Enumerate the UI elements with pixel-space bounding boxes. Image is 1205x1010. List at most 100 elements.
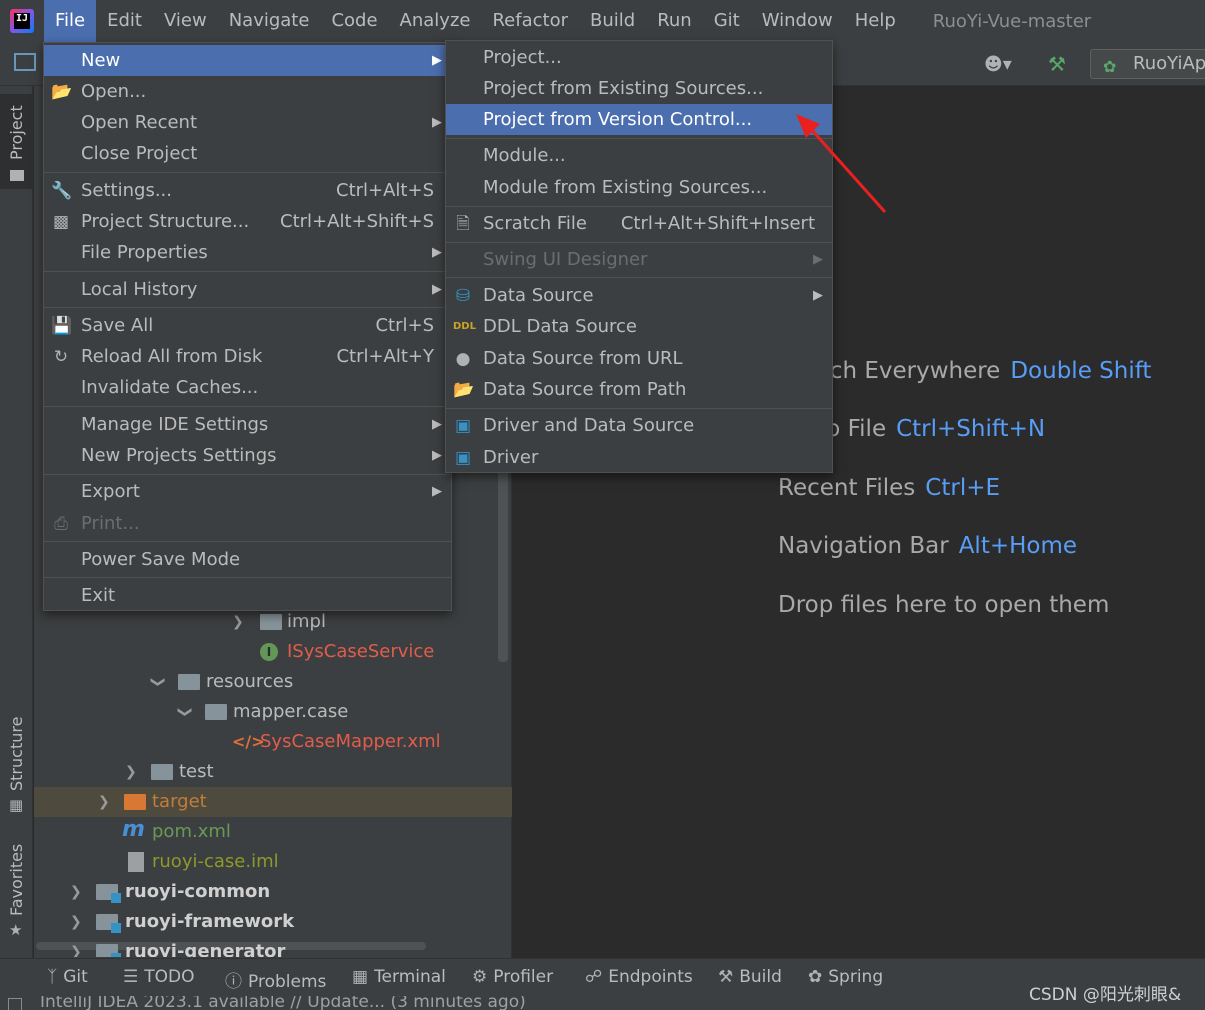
tree-item-label: ruoyi-case.iml [152, 851, 279, 872]
menu-view[interactable]: View [153, 0, 218, 42]
chevron-down-icon: ❯ [176, 706, 193, 718]
tree-row-syscasemapper-xml[interactable]: </> SysCaseMapper.xml [34, 727, 512, 757]
tool-tab-build[interactable]: ⚒ Build [718, 967, 782, 987]
tool-tab-favorites[interactable]: Favorites ★ [0, 841, 33, 951]
menu-item-label: Settings... [81, 180, 172, 201]
menu-item-local-history[interactable]: Local History ▶ [44, 274, 451, 305]
menu-refactor[interactable]: Refactor [481, 0, 579, 42]
menu-item-save-all[interactable]: 💾 Save All Ctrl+S [44, 310, 451, 341]
tree-row-test[interactable]: ❯ test [34, 757, 512, 787]
menu-item-scratch-file[interactable]: 🗎 Scratch File Ctrl+Alt+Shift+Insert [446, 208, 832, 239]
menu-item-label: Exit [81, 585, 116, 606]
tool-tab-endpoints[interactable]: ☍ Endpoints [585, 967, 693, 987]
menu-window[interactable]: Window [751, 0, 844, 42]
menu-item-open-recent[interactable]: Open Recent ▶ [44, 107, 451, 138]
menu-separator [446, 242, 832, 243]
chevron-right-icon: ❯ [70, 914, 82, 930]
tool-tab-git[interactable]: ᛉ Git [47, 967, 88, 987]
endpoints-icon: ☍ [585, 967, 603, 987]
menu-run[interactable]: Run [646, 0, 703, 42]
menu-item-invalidate-caches[interactable]: Invalidate Caches... [44, 372, 451, 403]
menu-item-export[interactable]: Export ▶ [44, 476, 451, 507]
menu-item-label: Export [81, 481, 140, 502]
menu-item-project-from-existing-sources[interactable]: Project from Existing Sources... [446, 73, 832, 104]
tree-row-isyscaseservice[interactable]: I ISysCaseService [34, 637, 512, 667]
menu-item-ddl-data-source[interactable]: DDL DDL Data Source [446, 311, 832, 342]
tool-tab-spring[interactable]: ✿ Spring [808, 967, 883, 987]
menu-item-shortcut: Ctrl+S [375, 315, 434, 336]
menu-item-project-structure[interactable]: ▩ Project Structure... Ctrl+Alt+Shift+S [44, 206, 451, 237]
tab-label: Endpoints [608, 967, 693, 987]
tree-row-target[interactable]: ❯ target [34, 787, 512, 817]
project-window-icon[interactable] [14, 53, 36, 71]
folder-icon [205, 704, 227, 720]
tree-row-ruoyi-generator[interactable]: ❯ ruoyi-generator [34, 937, 512, 957]
project-structure-icon: ▩ [52, 212, 70, 232]
menu-file[interactable]: File [44, 0, 97, 42]
run-configuration-label: RuoYiApplication [1133, 53, 1205, 74]
menu-navigate[interactable]: Navigate [218, 0, 321, 42]
tree-row-impl[interactable]: ❯ impl [34, 607, 512, 637]
tree-row-mapper-case[interactable]: ❯ mapper.case [34, 697, 512, 727]
menu-item-file-properties[interactable]: File Properties ▶ [44, 237, 451, 268]
menu-item-settings[interactable]: 🔧 Settings... Ctrl+Alt+S [44, 175, 451, 206]
menu-item-driver[interactable]: ▣ Driver [446, 442, 832, 473]
tree-item-label: SysCaseMapper.xml [260, 731, 441, 752]
menu-item-power-save-mode[interactable]: Power Save Mode [44, 544, 451, 575]
menu-git[interactable]: Git [703, 0, 751, 42]
build-hammer-icon[interactable]: ⚒ [1048, 52, 1066, 76]
menu-item-new-project[interactable]: Project... [446, 42, 832, 73]
menu-item-data-source-from-url[interactable]: ● Data Source from URL [446, 343, 832, 374]
tool-tab-structure[interactable]: Structure ▦ [0, 716, 33, 816]
tree-row-ruoyi-common[interactable]: ❯ ruoyi-common [34, 877, 512, 907]
menu-item-data-source-from-path[interactable]: 📂 Data Source from Path [446, 374, 832, 405]
menu-item-project-from-version-control[interactable]: Project from Version Control... [446, 104, 832, 135]
tool-tab-terminal[interactable]: ▦ Terminal [352, 967, 446, 987]
menu-item-module[interactable]: Module... [446, 140, 832, 171]
menu-item-exit[interactable]: Exit [44, 580, 451, 611]
menu-item-driver-and-data-source[interactable]: ▣ Driver and Data Source [446, 410, 832, 441]
tree-row-ruoyi-framework[interactable]: ❯ ruoyi-framework [34, 907, 512, 937]
menu-item-label: Scratch File [483, 213, 587, 234]
hint-shortcut: Double Shift [1010, 358, 1152, 384]
spring-leaf-icon: ✿ [808, 967, 823, 987]
tool-tab-problems[interactable]: ⓘ Problems [225, 967, 326, 992]
tab-label: Spring [828, 967, 884, 987]
menu-edit[interactable]: Edit [96, 0, 153, 42]
ddl-icon: DDL [453, 321, 476, 332]
menu-item-data-source[interactable]: ⛁ Data Source ▶ [446, 280, 832, 311]
status-toggle-icon[interactable] [8, 998, 22, 1010]
user-icon[interactable]: ☻▾ [984, 54, 1012, 75]
tool-tab-profiler[interactable]: ⚙ Profiler [472, 967, 553, 987]
menu-analyze[interactable]: Analyze [389, 0, 482, 42]
menu-item-shortcut: Ctrl+Alt+S [336, 180, 434, 201]
menu-item-reload-from-disk[interactable]: ↻ Reload All from Disk Ctrl+Alt+Y [44, 341, 451, 372]
driver-icon: ▣ [454, 448, 472, 468]
tree-row-resources[interactable]: ❯ resources [34, 667, 512, 697]
tree-row-pom-xml[interactable]: m pom.xml [34, 817, 512, 847]
menu-item-label: Open Recent [81, 112, 198, 133]
annotation-arrow [796, 114, 887, 213]
menu-item-shortcut: Ctrl+Alt+Y [336, 346, 434, 367]
menu-item-close-project[interactable]: Close Project [44, 138, 451, 169]
run-configuration-select[interactable]: ✿ RuoYiApplication [1090, 49, 1205, 79]
menu-item-open[interactable]: 📂 Open... [44, 76, 451, 107]
menu-item-new-projects-settings[interactable]: New Projects Settings ▶ [44, 440, 451, 471]
menu-code[interactable]: Code [320, 0, 388, 42]
iml-file-icon [128, 852, 144, 872]
menu-help[interactable]: Help [844, 0, 907, 42]
tool-tab-project[interactable]: Project [0, 94, 33, 189]
tool-tab-todo[interactable]: ☰ TODO [123, 967, 195, 987]
menu-build[interactable]: Build [579, 0, 646, 42]
package-folder-icon [260, 614, 282, 630]
resources-folder-icon [178, 674, 200, 690]
menu-item-manage-ide-settings[interactable]: Manage IDE Settings ▶ [44, 409, 451, 440]
menu-separator [446, 277, 832, 278]
tree-row-iml[interactable]: ruoyi-case.iml [34, 847, 512, 877]
status-message[interactable]: IntelliJ IDEA 2023.1 available // Update… [40, 996, 526, 1010]
excluded-folder-icon [124, 794, 146, 810]
menu-item-label: Data Source [483, 285, 594, 306]
menu-item-new[interactable]: New ▶ [44, 45, 451, 76]
menu-item-module-from-existing-sources[interactable]: Module from Existing Sources... [446, 172, 832, 203]
module-folder-icon [96, 944, 121, 957]
